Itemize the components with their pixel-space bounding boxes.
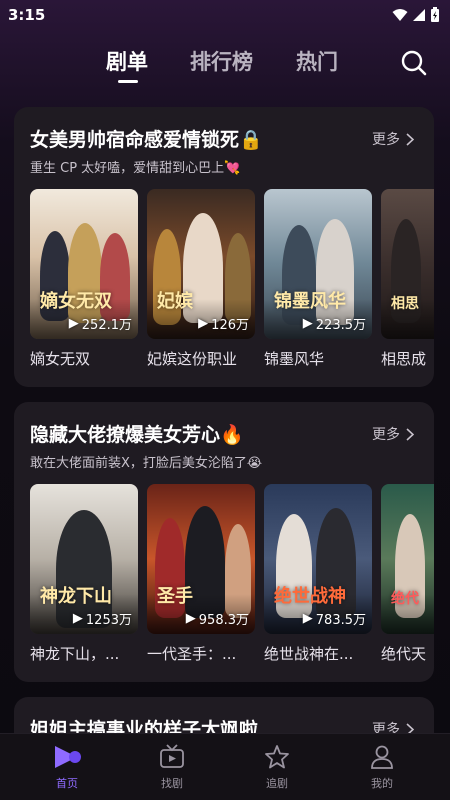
poster: 绝代 [381,484,434,634]
poster-title-art: 妃嫔 [157,291,193,312]
play-icon: ▶ [68,316,79,331]
card-title: 神龙下山，... [30,645,120,663]
card-row: 嫡女无双 ▶252.1万 嫡女无双 妃嫔 ▶126万 妃嫔这份职业 锦墨风华 [30,189,434,379]
nav-home-label: 首页 [56,777,78,790]
poster-title-art: 绝世战神 [274,586,346,607]
poster-title-art: 嫡女无双 [40,291,112,312]
play-count: ▶ 126万 [198,314,249,333]
poster: 妃嫔 ▶ 126万 [147,189,255,339]
battery-icon [431,7,439,22]
chevron-right-icon [406,132,414,146]
drama-card[interactable]: 绝代 绝代天 [381,484,434,664]
drama-card[interactable]: 绝世战神 ▶ 783.5万 绝世战神在... [264,484,372,664]
drama-card[interactable]: 相思 相思成 [381,189,434,369]
poster: 锦墨风华 ▶ 223.5万 [264,189,372,339]
play-count-value: 783.5万 [315,613,366,628]
card-title: 绝世战神在... [264,645,354,663]
play-count: ▶ 252.1万 [69,314,132,333]
play-icon: ▶ [198,316,209,331]
card-title: 绝代天 [381,645,427,663]
section-subtitle: 重生 CP 太好嗑，爱情甜到心巴上💘 [30,161,241,176]
wifi-icon [392,9,408,21]
nav-follow-label: 追剧 [266,777,288,790]
poster: 圣手 ▶ 958.3万 [147,484,255,634]
play-count-value: 252.1万 [81,318,132,333]
section-subtitle: 敢在大佬面前装X，打脸后美女沦陷了😭 [30,456,263,471]
poster: 神龙下山 ▶ 1253万 [30,484,138,634]
poster: 绝世战神 ▶ 783.5万 [264,484,372,634]
poster-title-art: 锦墨风华 [274,291,346,312]
status-time: 3:15 [8,6,46,24]
card-row: 神龙下山 ▶ 1253万 神龙下山，... 圣手 ▶ 958.3万 一代圣手：...… [30,484,434,674]
more-link[interactable]: 更多 [372,129,414,149]
poster-title-art: 绝代 [391,591,419,607]
drama-card[interactable]: 嫡女无双 ▶ 252.1万 嫡女无双 [30,189,138,369]
home-play-icon [55,746,81,768]
play-count: ▶ 223.5万 [303,314,366,333]
play-count-value: 1253万 [85,613,132,628]
top-nav: 剧单 排行榜 热门 [0,38,450,88]
drama-card[interactable]: 神龙下山 ▶ 1253万 神龙下山，... [30,484,138,664]
poster-title-art: 相思 [391,296,419,312]
tab-hot[interactable]: 热门 [296,46,338,76]
drama-card[interactable]: 圣手 ▶ 958.3万 一代圣手：... [147,484,255,664]
nav-home[interactable]: 首页 [37,742,97,791]
nav-follow[interactable]: 追剧 [247,742,307,791]
more-link[interactable]: 更多 [372,424,414,444]
poster: 嫡女无双 ▶ 252.1万 [30,189,138,339]
card-title: 锦墨风华 [264,350,325,368]
card-title: 相思成 [381,350,427,368]
play-icon: ▶ [302,611,313,626]
nav-profile-label: 我的 [371,777,393,790]
drama-card[interactable]: 锦墨风华 ▶ 223.5万 锦墨风华 [264,189,372,369]
play-count: ▶ 958.3万 [186,609,249,628]
tab-ranking[interactable]: 排行榜 [190,46,253,76]
play-icon: ▶ [302,316,313,331]
signal-icon [413,9,425,21]
play-icon: ▶ [72,611,83,626]
play-icon: ▶ [185,611,196,626]
status-icons [392,7,440,23]
nav-find[interactable]: 找剧 [142,742,202,791]
tab-playlist[interactable]: 剧单 [106,46,148,76]
card-title: 嫡女无双 [30,350,91,368]
drama-card[interactable]: 妃嫔 ▶ 126万 妃嫔这份职业 [147,189,255,369]
section-title: 女美男帅宿命感爱情锁死🔒 [30,129,263,151]
play-count: ▶ 1253万 [73,609,132,628]
poster-title-art: 圣手 [157,586,193,607]
poster: 相思 [381,189,434,339]
play-count-value: 223.5万 [315,318,366,333]
playlist-section-1: 女美男帅宿命感爱情锁死🔒 重生 CP 太好嗑，爱情甜到心巴上💘 更多 嫡女无双 … [14,107,434,387]
more-label: 更多 [372,132,400,148]
play-count-value: 958.3万 [198,613,249,628]
card-title: 一代圣手：... [147,645,237,663]
person-icon [371,745,393,769]
section-title: 隐藏大佬撩爆美女芳心🔥 [30,424,244,446]
poster-title-art: 神龙下山 [40,586,112,607]
card-title: 妃嫔这份职业 [147,350,238,368]
tv-icon [160,744,184,768]
more-label: 更多 [372,427,400,443]
status-bar: 3:15 [0,0,450,30]
play-count-value: 126万 [211,318,249,333]
chevron-right-icon [406,427,414,441]
star-icon [265,745,289,769]
active-tab-indicator [118,80,138,83]
play-count: ▶ 783.5万 [303,609,366,628]
playlist-section-2: 隐藏大佬撩爆美女芳心🔥 敢在大佬面前装X，打脸后美女沦陷了😭 更多 神龙下山 ▶… [14,402,434,682]
nav-profile[interactable]: 我的 [352,742,412,791]
nav-find-label: 找剧 [161,777,183,790]
search-icon[interactable] [399,48,429,78]
bottom-nav: 首页 找剧 追剧 我的 [0,733,450,800]
